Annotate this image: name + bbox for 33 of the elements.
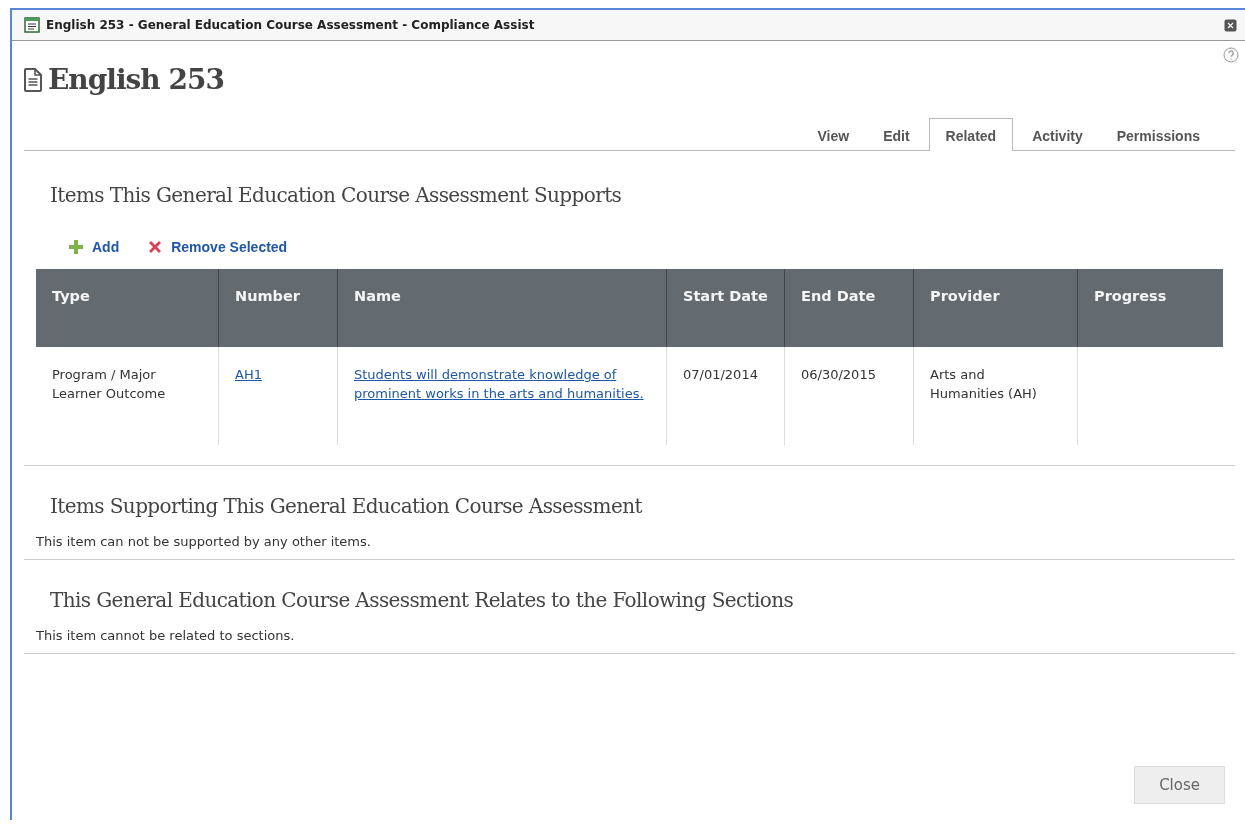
column-header: Type [36, 269, 219, 347]
column-header: Number [218, 269, 338, 347]
tab[interactable]: View [802, 118, 865, 151]
window-icon [24, 17, 40, 33]
tab[interactable]: Activity [1017, 118, 1098, 151]
window-title: English 253 - General Education Course Assessment - Compliance Assist [46, 18, 536, 32]
column-header: Progress [1077, 269, 1223, 347]
close-button[interactable]: Close [1134, 766, 1225, 804]
add-button[interactable]: Add [68, 239, 120, 255]
tab[interactable]: Permissions [1101, 118, 1215, 151]
table-cell: Arts and Humanities (AH) [930, 367, 1037, 401]
column-header: Provider [913, 269, 1078, 347]
column-header: Start Date [666, 269, 785, 347]
document-icon [24, 67, 42, 92]
section-title: Items This General Education Course Assessment Supports [50, 183, 623, 207]
close-icon[interactable] [1224, 18, 1237, 32]
table-cell: Program / Major Learner Outcome [52, 367, 166, 401]
table-cell: 07/01/2014 [683, 367, 758, 382]
table-link[interactable]: AH1 [235, 365, 262, 384]
section-title: This General Education Course Assessment Relates to the Following Sections [50, 588, 795, 612]
page-heading: English 253 [48, 63, 224, 96]
table-link[interactable]: Students will demonstrate knowledge of prominent works in the arts and humanities. [354, 365, 650, 403]
table-cell: 06/30/2015 [801, 367, 876, 382]
remove-button[interactable]: Remove Selected [147, 239, 288, 255]
tab[interactable]: Related [928, 118, 1014, 151]
tab[interactable]: Edit [868, 118, 925, 151]
plus-icon [68, 239, 84, 255]
section-title: Items Supporting This General Education Course Assessment [50, 494, 644, 518]
cross-icon [147, 239, 164, 255]
info-text: This item can not be supported by any other items. [36, 534, 372, 549]
info-text: This item cannot be related to sections. [36, 628, 296, 643]
column-header: End Date [784, 269, 914, 347]
column-header: Name [337, 269, 667, 347]
